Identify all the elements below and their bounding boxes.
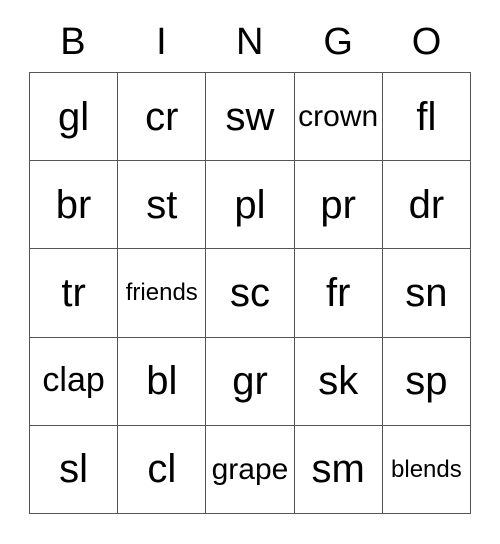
bingo-cell-label: pl	[234, 182, 266, 227]
bingo-cell[interactable]: bl	[118, 337, 207, 426]
bingo-cell-label: sl	[59, 447, 89, 492]
bingo-cell-label: br	[55, 182, 92, 227]
bingo-cell[interactable]: sw	[206, 73, 295, 162]
bingo-cell-label: cr	[145, 94, 179, 139]
bingo-cell-label: sp	[405, 359, 448, 404]
bingo-cell-label: fr	[325, 270, 351, 315]
bingo-cell[interactable]: sp	[382, 337, 471, 426]
bingo-header-row: BINGO	[29, 14, 471, 70]
bingo-cell[interactable]: sl	[30, 425, 119, 514]
bingo-header-letter-b: B	[60, 21, 87, 63]
bingo-cell[interactable]: blends	[382, 425, 471, 514]
bingo-cell[interactable]: sk	[294, 337, 383, 426]
bingo-header-letter-i: I	[156, 21, 168, 63]
bingo-cell[interactable]: clap	[30, 337, 119, 426]
bingo-cell-label: sc	[229, 270, 270, 315]
bingo-cell[interactable]: cl	[118, 425, 207, 514]
bingo-cell-label: sw	[225, 94, 275, 139]
bingo-cell-label: grape	[211, 452, 289, 486]
bingo-cell-label: gl	[58, 94, 90, 139]
bingo-cell[interactable]: sc	[206, 249, 295, 338]
bingo-cell[interactable]: gr	[206, 337, 295, 426]
bingo-cell-label: dr	[408, 182, 445, 227]
bingo-cell-label: cl	[147, 447, 177, 492]
bingo-cell[interactable]: crown	[294, 73, 383, 162]
bingo-card: B I N G O gl cr sw crown fl br st pl pr dr tr friends sc…	[0, 0, 500, 544]
bingo-cell-label: sn	[405, 270, 448, 315]
bingo-grid: gl cr sw crown fl br st pl pr dr tr friends sc fr sn cl…	[29, 72, 471, 514]
bingo-cell-label: tr	[61, 270, 86, 315]
bingo-cell-label: sm	[311, 447, 365, 492]
bingo-cell[interactable]: tr	[30, 249, 119, 338]
bingo-cell[interactable]: pl	[206, 161, 295, 250]
bingo-cell[interactable]: pr	[294, 161, 383, 250]
bingo-header-letter-g: G	[323, 21, 354, 63]
bingo-cell-label: friends	[125, 279, 198, 307]
bingo-cell[interactable]: fr	[294, 249, 383, 338]
bingo-header-letter-o: O	[411, 21, 442, 63]
bingo-cell[interactable]: cr	[118, 73, 207, 162]
bingo-cell[interactable]: st	[118, 161, 207, 250]
bingo-cell-label: sk	[318, 359, 359, 404]
bingo-cell-label: fl	[416, 94, 437, 139]
bingo-cell-label: blends	[391, 455, 462, 483]
bingo-cell-label: bl	[146, 359, 178, 404]
bingo-cell-label: gr	[232, 359, 268, 404]
bingo-cell[interactable]: br	[30, 161, 119, 250]
bingo-cell-label: crown	[298, 99, 379, 133]
bingo-cell[interactable]: gl	[30, 73, 119, 162]
bingo-cell-label: pr	[320, 182, 356, 227]
bingo-cell-label: clap	[42, 361, 105, 400]
bingo-cell-label: st	[146, 182, 178, 227]
bingo-cell[interactable]: friends	[118, 249, 207, 338]
bingo-header-letter-n: N	[236, 21, 264, 63]
bingo-cell[interactable]: sm	[294, 425, 383, 514]
bingo-cell[interactable]: grape	[206, 425, 295, 514]
bingo-cell[interactable]: sn	[382, 249, 471, 338]
bingo-cell[interactable]: dr	[382, 161, 471, 250]
bingo-cell[interactable]: fl	[382, 73, 471, 162]
